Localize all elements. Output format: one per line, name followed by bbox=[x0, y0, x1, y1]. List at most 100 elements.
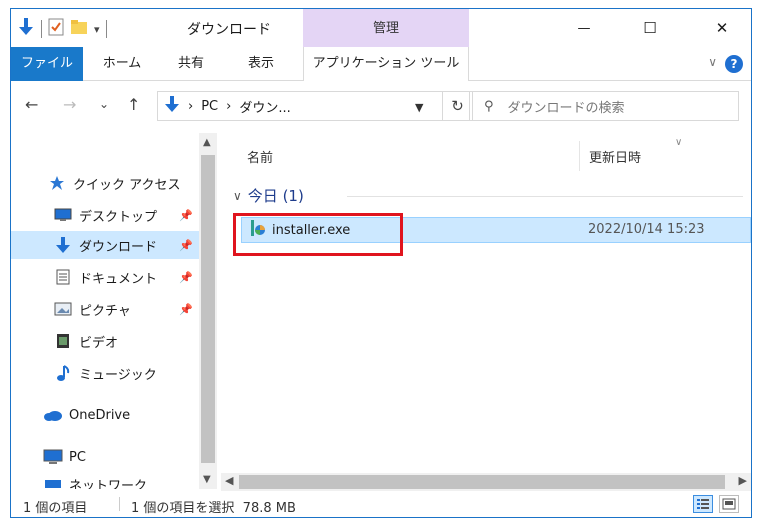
column-divider[interactable] bbox=[579, 141, 580, 171]
help-icon[interactable]: ? bbox=[725, 55, 743, 73]
properties-icon[interactable] bbox=[48, 18, 64, 40]
up-icon[interactable]: ↑ bbox=[127, 95, 140, 114]
navigation-bar: ← → ⌄ ↑ › PC › ダウン... ▼ ↻ ⚲ ダウンロードの検索 bbox=[11, 81, 751, 129]
tab-share[interactable]: 共有 bbox=[171, 47, 211, 81]
navigation-pane: クイック アクセス デスクトップ 📌 ダウンロード 📌 ドキュメント 📌 ピクチ… bbox=[11, 133, 217, 489]
sidebar-item-label: デスクトップ bbox=[79, 209, 158, 225]
back-icon[interactable]: ← bbox=[25, 95, 38, 114]
sidebar-item-videos[interactable]: ビデオ bbox=[53, 327, 118, 355]
cloud-icon bbox=[43, 406, 63, 424]
search-box[interactable]: ⚲ ダウンロードの検索 bbox=[469, 91, 739, 121]
file-list: 名前 更新日時 ∨ ∨ 今日 (1) installer.exe 2022/10… bbox=[221, 133, 751, 473]
ribbon-tabs: ファイル ホーム 共有 表示 アプリケーション ツール ∨ ? bbox=[11, 47, 751, 81]
desktop-icon bbox=[53, 206, 73, 224]
navigation-scrollbar[interactable]: ▲ ▼ bbox=[199, 133, 217, 489]
tab-file[interactable]: ファイル bbox=[11, 47, 83, 81]
close-icon: ✕ bbox=[715, 19, 729, 37]
tab-view[interactable]: 表示 bbox=[241, 47, 281, 81]
pc-icon bbox=[43, 448, 63, 466]
details-view-button[interactable] bbox=[693, 495, 713, 513]
breadcrumb-separator: › bbox=[226, 98, 232, 114]
address-dropdown-icon[interactable]: ▼ bbox=[415, 101, 423, 114]
breadcrumb-downloads[interactable]: ダウン... bbox=[239, 97, 290, 116]
scroll-up-icon[interactable]: ▲ bbox=[203, 137, 211, 148]
expand-ribbon-icon[interactable]: ∨ bbox=[708, 55, 717, 69]
scroll-down-icon[interactable]: ▼ bbox=[203, 474, 211, 485]
breadcrumb-separator: › bbox=[188, 98, 194, 114]
selection-info: 1 個の項目を選択 78.8 MB bbox=[131, 501, 296, 516]
large-icons-view-icon bbox=[722, 498, 736, 510]
sidebar-item-label: ネットワーク bbox=[69, 479, 148, 489]
sidebar-item-label: ドキュメント bbox=[79, 271, 158, 287]
sidebar-item-pictures[interactable]: ピクチャ bbox=[53, 295, 131, 323]
sidebar-item-network[interactable]: ネットワーク bbox=[43, 473, 147, 489]
details-view-icon bbox=[697, 499, 709, 509]
maximize-button[interactable]: ☐ bbox=[627, 13, 673, 43]
scroll-left-icon[interactable]: ◀ bbox=[225, 474, 233, 487]
pin-icon[interactable]: 📌 bbox=[179, 271, 193, 284]
sidebar-item-music[interactable]: ミュージック bbox=[53, 359, 157, 387]
context-tab-manage[interactable]: 管理 bbox=[303, 9, 469, 47]
title-bar: ▾ ダウンロード 管理 — ☐ ✕ bbox=[11, 9, 751, 47]
column-header-modified[interactable]: 更新日時 bbox=[589, 147, 641, 166]
highlight-box bbox=[233, 213, 403, 256]
download-icon bbox=[53, 236, 73, 254]
address-bar[interactable]: › PC › ダウン... bbox=[157, 91, 443, 121]
sidebar-item-label: クイック アクセス bbox=[73, 177, 181, 193]
quick-access-toolbar: ▾ bbox=[17, 17, 107, 41]
window-title: ダウンロード bbox=[187, 22, 271, 38]
document-icon bbox=[53, 268, 73, 286]
star-icon bbox=[47, 174, 67, 192]
file-modified: 2022/10/14 15:23 bbox=[588, 222, 705, 237]
status-divider bbox=[119, 497, 120, 511]
pin-icon[interactable]: 📌 bbox=[179, 209, 193, 222]
scrollbar-thumb[interactable] bbox=[239, 475, 725, 489]
sidebar-item-desktop[interactable]: デスクトップ bbox=[53, 201, 157, 229]
download-icon[interactable] bbox=[17, 17, 35, 41]
new-folder-icon[interactable] bbox=[70, 19, 88, 39]
pin-icon[interactable]: 📌 bbox=[179, 303, 193, 316]
sidebar-item-label: OneDrive bbox=[69, 407, 131, 423]
sort-indicator-icon: ∨ bbox=[675, 137, 683, 148]
item-count: 1 個の項目 bbox=[23, 501, 88, 516]
pin-icon[interactable]: 📌 bbox=[179, 239, 193, 252]
tab-home[interactable]: ホーム bbox=[97, 47, 147, 81]
group-label: 今日 (1) bbox=[247, 187, 304, 205]
sidebar-item-documents[interactable]: ドキュメント bbox=[53, 263, 157, 291]
close-button[interactable]: ✕ bbox=[699, 13, 745, 43]
music-icon bbox=[53, 364, 73, 382]
video-icon bbox=[53, 332, 73, 350]
breadcrumb-pc[interactable]: PC bbox=[201, 99, 218, 114]
recent-locations-icon[interactable]: ⌄ bbox=[99, 97, 109, 111]
forward-icon[interactable]: → bbox=[63, 95, 76, 114]
refresh-icon: ↻ bbox=[451, 97, 464, 115]
sidebar-item-label: ダウンロード bbox=[79, 239, 158, 255]
maximize-icon: ☐ bbox=[643, 19, 657, 37]
toolbar-divider bbox=[41, 20, 42, 38]
customize-toolbar-icon[interactable]: ▾ bbox=[94, 23, 100, 36]
horizontal-scrollbar[interactable]: ◀ ▶ bbox=[221, 473, 751, 491]
download-folder-icon bbox=[164, 95, 180, 117]
column-header-name[interactable]: 名前 bbox=[247, 147, 273, 166]
minimize-button[interactable]: — bbox=[561, 13, 607, 43]
toolbar-divider bbox=[105, 20, 107, 38]
sidebar-item-label: ピクチャ bbox=[79, 303, 131, 319]
chevron-down-icon: ∨ bbox=[233, 188, 242, 203]
search-icon: ⚲ bbox=[484, 98, 494, 114]
sidebar-item-downloads[interactable]: ダウンロード bbox=[11, 231, 199, 259]
tab-application-tools[interactable]: アプリケーション ツール bbox=[303, 47, 469, 81]
sidebar-item-onedrive[interactable]: OneDrive bbox=[43, 401, 130, 429]
group-divider bbox=[347, 196, 743, 197]
group-header-today[interactable]: ∨ 今日 (1) bbox=[233, 185, 304, 206]
status-bar: 1 個の項目 1 個の項目を選択 78.8 MB bbox=[11, 491, 751, 517]
scrollbar-thumb[interactable] bbox=[201, 155, 215, 463]
explorer-window: ▾ ダウンロード 管理 — ☐ ✕ ファイル ホーム 共有 表示 アプリケーショ… bbox=[10, 8, 752, 518]
sidebar-item-quick-access[interactable]: クイック アクセス bbox=[47, 169, 180, 197]
sidebar-item-pc[interactable]: PC bbox=[43, 443, 86, 471]
network-icon bbox=[43, 473, 63, 489]
search-placeholder: ダウンロードの検索 bbox=[507, 100, 625, 116]
scroll-right-icon[interactable]: ▶ bbox=[739, 474, 747, 487]
sidebar-item-label: ミュージック bbox=[79, 367, 157, 383]
large-icons-view-button[interactable] bbox=[719, 495, 739, 513]
sidebar-item-label: ビデオ bbox=[79, 335, 119, 351]
